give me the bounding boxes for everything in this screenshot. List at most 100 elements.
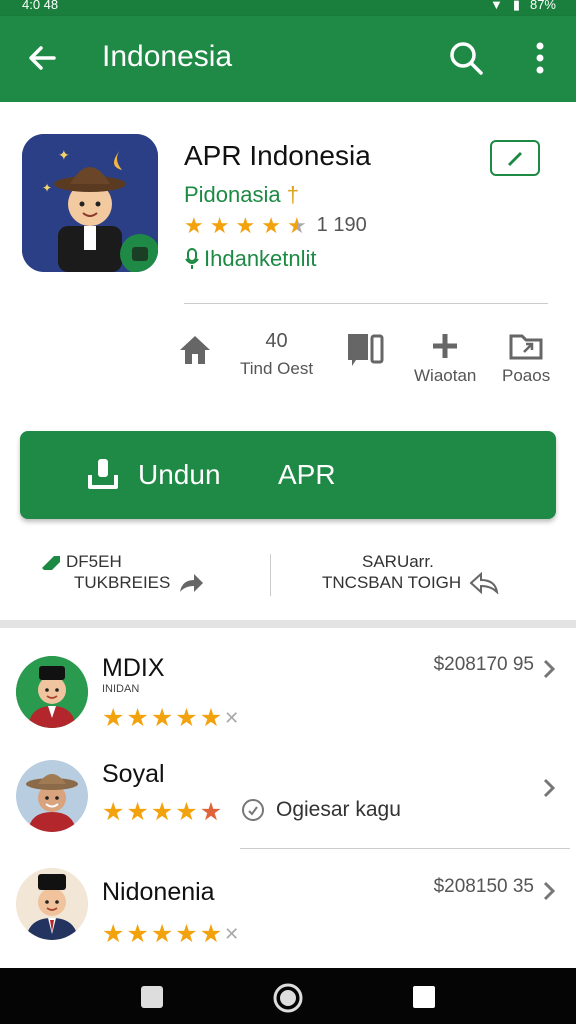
avatar[interactable] <box>16 656 88 728</box>
avatar[interactable] <box>16 760 88 832</box>
avatar-illustration <box>16 656 88 728</box>
list-item-price: $208150 35 <box>433 876 534 897</box>
list-item-price: $208170 95 <box>433 654 534 675</box>
tag-label: Ihdanketnlit <box>204 246 317 271</box>
mic-icon <box>185 248 199 269</box>
star-icon: ★ <box>175 798 198 826</box>
action-right-line2: TNCSBAN TOIGH <box>322 573 462 592</box>
star-icon: ★ <box>175 704 198 732</box>
battery-icon: ▮ <box>512 0 520 12</box>
home-nav-icon[interactable] <box>272 982 304 1014</box>
edit-icon <box>508 152 522 166</box>
folder-icon <box>509 334 543 360</box>
list-item-rating: ★ ★ ★ ★ ★ <box>102 800 222 825</box>
app-bar: Indonesia <box>0 16 576 102</box>
star-icon: ★ <box>209 212 230 238</box>
list-item-sub: INIDAN <box>102 683 140 695</box>
star-icon: ★ <box>102 704 125 732</box>
stat-label: Poaos <box>502 366 551 385</box>
stat-folder[interactable]: Poaos <box>502 330 550 386</box>
developer-name[interactable]: Pidonasia <box>184 182 281 207</box>
install-button[interactable]: Undun APR <box>20 431 556 519</box>
stat-downloads[interactable]: 40 Tind Oest <box>240 330 313 379</box>
stat-home[interactable] <box>176 330 214 372</box>
stat-book[interactable] <box>346 330 386 372</box>
plus-icon <box>433 334 458 358</box>
wifi-icon: ▼ <box>489 0 503 12</box>
status-time: 4:0 48 <box>22 0 59 12</box>
list-item-note-text: Ogiesar kagu <box>276 798 401 821</box>
divider <box>184 303 548 304</box>
star-icon: ★ <box>199 920 223 948</box>
developer-link[interactable]: Pidonasia † <box>184 182 299 208</box>
action-right-line1: SARUarr. <box>362 552 434 571</box>
reply-icon <box>469 572 499 594</box>
action-right[interactable]: SARUarr. TNCSBAN TOIGH <box>322 552 499 594</box>
star-icon: ★ <box>102 920 125 948</box>
star-icon: ★ <box>126 704 149 732</box>
star-icon: ★ <box>126 798 149 826</box>
star-icon: ★ <box>150 920 174 948</box>
stat-value: 40 <box>265 330 288 352</box>
page-title: Indonesia <box>102 40 233 73</box>
list-item-rating: ★ ★ ★ ★ ★ ✕ <box>102 706 239 731</box>
app-icon[interactable]: ✦ ✦ <box>22 134 158 272</box>
install-label: Undun <box>138 459 221 490</box>
list-item-note: Ogiesar kagu <box>240 797 401 823</box>
divider <box>240 848 570 849</box>
back-nav-icon[interactable] <box>140 985 164 1009</box>
half-star-icon: ★ <box>286 212 307 238</box>
status-icons: ▼ ▮ 87% <box>490 0 556 12</box>
search-icon[interactable] <box>446 38 486 78</box>
stat-label: Tind Oest <box>240 359 314 378</box>
avatar-illustration <box>16 868 88 940</box>
stat-label: Wiaotan <box>414 366 477 385</box>
star-icon: ★ <box>235 212 256 238</box>
star-empty-icon: ✕ <box>224 708 240 728</box>
stat-wishlist[interactable]: Wiaotan <box>414 330 476 386</box>
avatar-illustration <box>16 760 88 832</box>
more-vert-icon[interactable] <box>528 38 552 78</box>
download-icon <box>88 459 118 489</box>
chevron-right-icon[interactable] <box>542 658 556 680</box>
action-left-line1: DF5EH <box>66 552 122 571</box>
star-empty-icon: ✕ <box>224 924 240 944</box>
wishlist-button[interactable] <box>490 140 540 176</box>
install-app-label: APR <box>278 459 336 490</box>
system-nav-bar <box>0 968 576 1024</box>
star-icon: ★ <box>150 798 174 826</box>
star-icon: ★ <box>199 704 223 732</box>
share-icon <box>180 574 204 592</box>
svg-text:✦: ✦ <box>58 148 70 164</box>
home-icon <box>180 336 210 364</box>
half-star-icon: ★ <box>199 798 223 826</box>
section-separator <box>0 620 576 628</box>
developer-mark: † <box>286 182 300 207</box>
star-icon: ★ <box>126 920 149 948</box>
recents-nav-icon[interactable] <box>412 985 436 1009</box>
vertical-divider <box>270 554 271 596</box>
star-icon: ★ <box>150 704 174 732</box>
rating-count: 1 190 <box>316 214 367 236</box>
clock-icon <box>242 799 264 821</box>
app-icon-illustration: ✦ ✦ <box>22 134 158 272</box>
action-left-line2: TUKBREIES <box>74 573 171 592</box>
svg-text:✦: ✦ <box>42 181 52 195</box>
list-item-name[interactable]: Nidonenia <box>102 878 215 907</box>
app-tag[interactable]: Ihdanketnlit <box>184 246 317 272</box>
list-item-rating: ★ ★ ★ ★ ★ ✕ <box>102 922 239 947</box>
status-bar: 4:0 48 ▼ ▮ 87% <box>0 0 576 16</box>
list-item-name[interactable]: MDIX <box>102 654 165 683</box>
tag-icon <box>42 556 60 570</box>
chevron-right-icon[interactable] <box>542 880 556 902</box>
chevron-right-icon[interactable] <box>542 777 556 799</box>
action-left[interactable]: DF5EH TUKBREIES <box>40 552 204 594</box>
app-name: APR Indonesia <box>184 140 371 171</box>
arrow-back-icon[interactable] <box>24 40 60 76</box>
avatar[interactable] <box>16 868 88 940</box>
star-icon: ★ <box>175 920 198 948</box>
battery-level: 87% <box>529 0 556 12</box>
star-icon: ★ <box>102 798 125 826</box>
star-icon: ★ <box>184 212 204 238</box>
list-item-name[interactable]: Soyal <box>102 760 165 789</box>
